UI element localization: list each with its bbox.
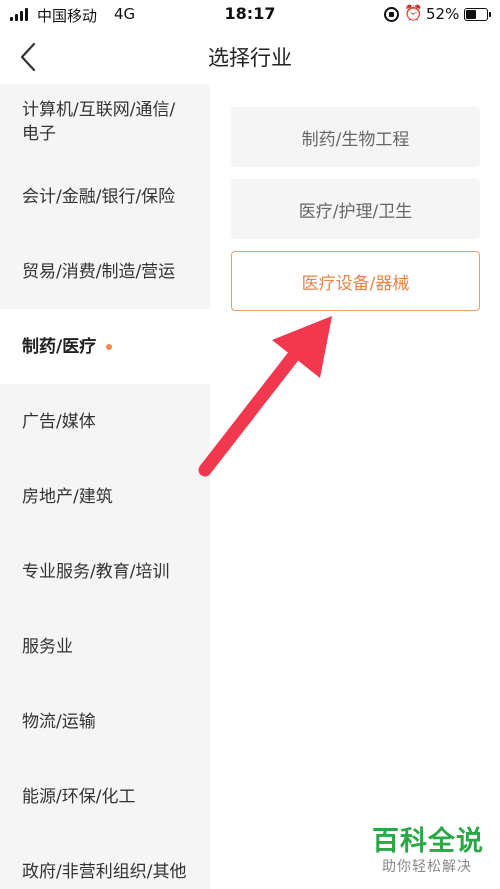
option-medical-equipment[interactable]: 医疗设备/器械 [231, 251, 480, 311]
status-bar: 中国移动 4G 18:17 ⏰ 52% [0, 0, 500, 30]
carrier-name: 中国移动 [37, 7, 98, 25]
battery-percent: 52% [426, 5, 460, 23]
option-medical-nursing[interactable]: 医疗/护理/卫生 [231, 179, 480, 239]
category-item-real-estate[interactable]: 房地产/建筑 [0, 459, 210, 534]
page-title: 选择行业 [208, 46, 292, 70]
back-chevron-icon[interactable] [14, 40, 44, 74]
category-label: 贸易/消费/制造/营运 [22, 261, 176, 282]
category-label: 房地产/建筑 [22, 486, 113, 507]
category-sidebar: 计算机/互联网/通信/电子 会计/金融/银行/保险 贸易/消费/制造/营运 制药… [0, 84, 210, 889]
category-item-computer-internet[interactable]: 计算机/互联网/通信/电子 [0, 84, 210, 159]
category-label: 政府/非营利组织/其他 [22, 861, 187, 882]
category-label: 能源/环保/化工 [22, 786, 136, 807]
network-type: 4G [114, 5, 136, 23]
category-item-energy[interactable]: 能源/环保/化工 [0, 759, 210, 834]
rotation-lock-icon [384, 7, 399, 22]
signal-icon [10, 8, 28, 21]
watermark-logo: 百科全说 助你轻松解决 [372, 826, 490, 876]
category-label: 服务业 [22, 636, 73, 657]
option-label: 医疗设备/器械 [301, 273, 410, 294]
category-item-professional-services[interactable]: 专业服务/教育/培训 [0, 534, 210, 609]
category-label: 专业服务/教育/培训 [22, 561, 170, 582]
category-item-advertising[interactable]: 广告/媒体 [0, 384, 210, 459]
selected-dot-icon [106, 343, 113, 350]
category-label: 物流/运输 [22, 711, 96, 732]
watermark-title: 百科全说 [372, 826, 484, 857]
alarm-icon: ⏰ [404, 4, 423, 22]
category-item-logistics[interactable]: 物流/运输 [0, 684, 210, 759]
nav-bar: 选择行业 [0, 30, 500, 84]
option-label: 医疗/护理/卫生 [298, 201, 413, 222]
category-item-service-industry[interactable]: 服务业 [0, 609, 210, 684]
watermark-subtitle: 助你轻松解决 [382, 859, 472, 875]
battery-fill [466, 10, 476, 19]
battery-icon [464, 8, 491, 21]
option-label: 制药/生物工程 [301, 129, 410, 150]
category-label: 广告/媒体 [22, 411, 96, 432]
category-item-finance[interactable]: 会计/金融/银行/保险 [0, 159, 210, 234]
category-label: 制药/医疗 [22, 336, 97, 357]
category-label: 计算机/互联网/通信/电子 [22, 99, 176, 144]
category-item-pharma-medical[interactable]: 制药/医疗 [0, 309, 210, 384]
category-item-government[interactable]: 政府/非营利组织/其他 [0, 834, 210, 889]
option-pharma-bioengineering[interactable]: 制药/生物工程 [231, 107, 480, 167]
category-item-trade[interactable]: 贸易/消费/制造/营运 [0, 234, 210, 309]
category-label: 会计/金融/银行/保险 [22, 186, 176, 207]
